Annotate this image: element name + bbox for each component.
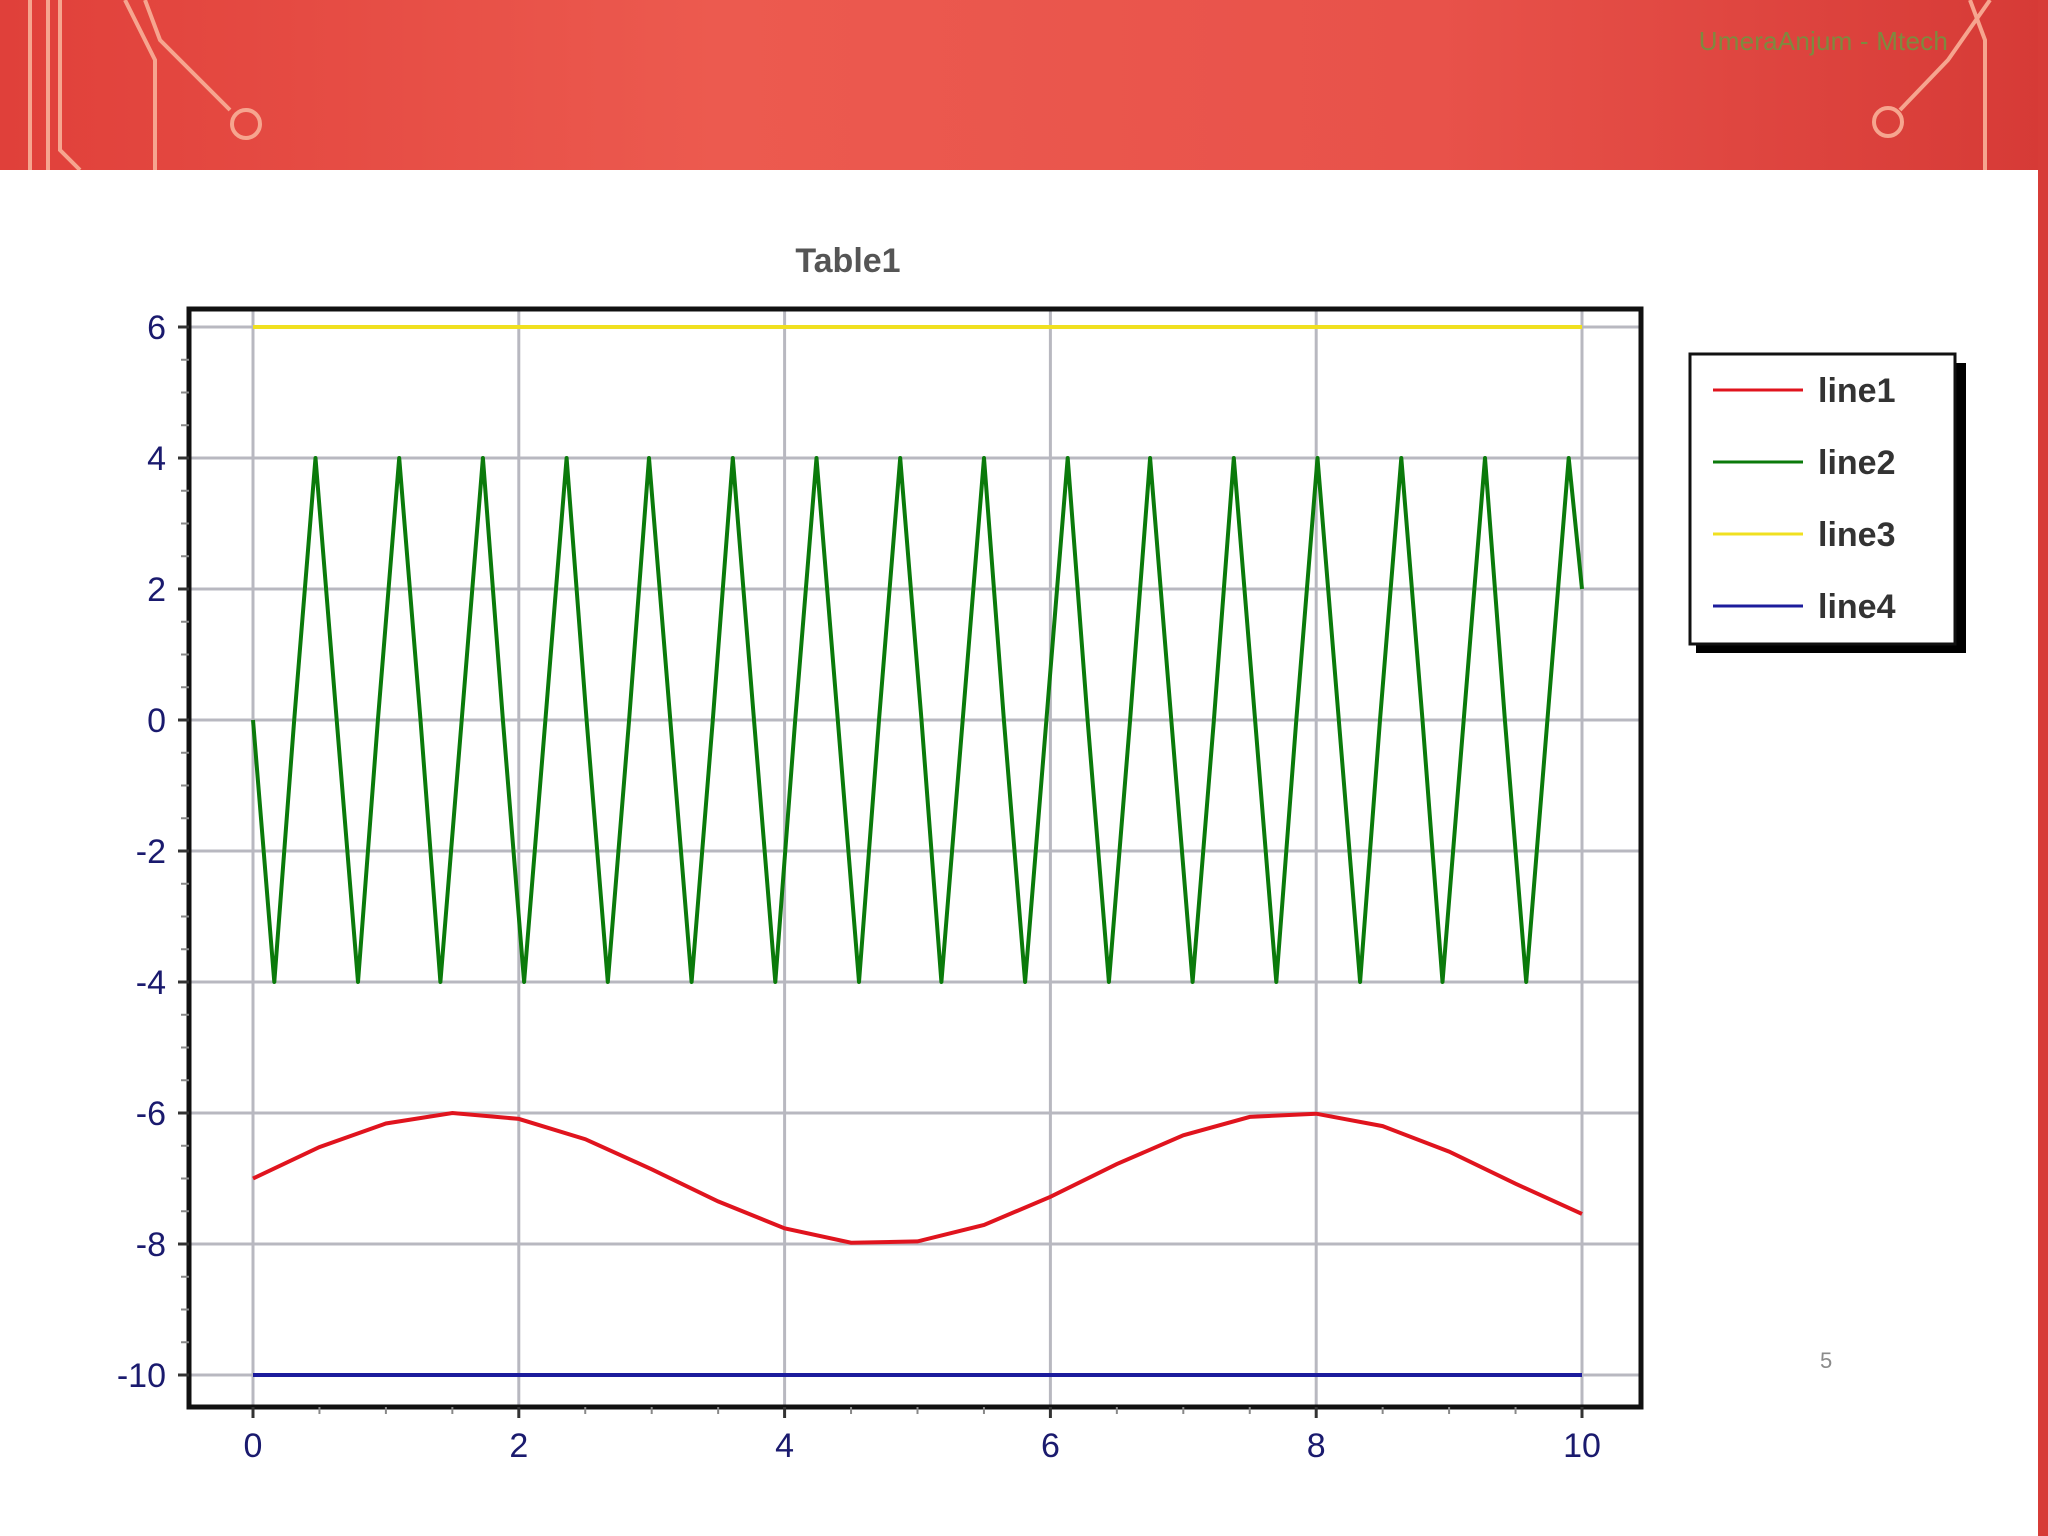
y-tick-label: 0: [147, 702, 166, 740]
x-tick-label: 0: [244, 1427, 263, 1465]
legend-label-line4: line4: [1818, 588, 1896, 626]
y-tick-label: -2: [136, 833, 166, 871]
y-tick-label: 2: [147, 571, 166, 609]
x-tick-label: 10: [1563, 1427, 1601, 1465]
series-line-line1: [252, 1110, 1583, 1245]
axis-ticks: 0 2 4 6 8 10 6 4 2 0 -2 -4 -6 -8 -10: [117, 309, 1601, 1465]
y-tick-label: -8: [136, 1226, 166, 1264]
x-tick-label: 2: [509, 1427, 528, 1465]
x-tick-label: 8: [1307, 1427, 1326, 1465]
legend: line1 line2 line3 line4: [1688, 352, 1966, 653]
y-tick-label: -10: [117, 1357, 166, 1395]
legend-label-line2: line2: [1818, 444, 1895, 482]
x-tick-label: 6: [1041, 1427, 1060, 1465]
x-tick-label: 4: [775, 1427, 794, 1465]
chart-title: Table1: [795, 242, 900, 280]
y-tick-label: 4: [147, 440, 166, 478]
y-tick-label: 6: [147, 309, 166, 347]
y-tick-label: -6: [136, 1095, 166, 1133]
y-tick-label: -4: [136, 964, 166, 1002]
slide-number: 5: [1820, 1348, 1833, 1373]
legend-label-line1: line1: [1818, 372, 1895, 410]
chart: Table1 0 2 4 6 8 10 6 4 2 0 -2 -4 -6 -8 -10 line1 line2…: [117, 242, 1966, 1465]
legend-label-line3: line3: [1818, 516, 1895, 554]
